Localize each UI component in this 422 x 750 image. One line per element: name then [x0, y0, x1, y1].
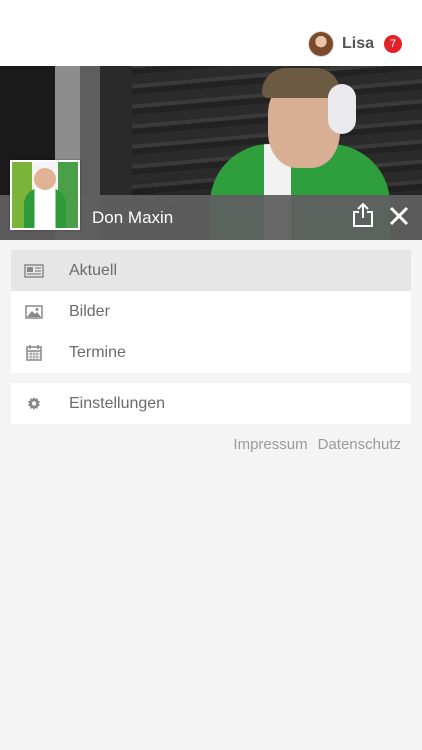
user-name[interactable]: Lisa: [342, 35, 374, 53]
calendar-icon: [24, 344, 44, 361]
menu-item-aktuell[interactable]: Aktuell: [11, 250, 411, 291]
artist-thumbnail[interactable]: [10, 160, 80, 230]
footer-links: Impressum Datenschutz: [233, 436, 401, 453]
menu-item-bilder[interactable]: Bilder: [11, 291, 411, 332]
datenschutz-link[interactable]: Datenschutz: [318, 436, 401, 453]
user-avatar[interactable]: [307, 31, 334, 57]
notification-badge[interactable]: 7: [384, 35, 402, 53]
close-button[interactable]: [386, 203, 412, 231]
image-icon: [24, 304, 44, 320]
settings-menu: Einstellungen: [11, 383, 411, 424]
menu-item-einstellungen[interactable]: Einstellungen: [11, 383, 411, 424]
newspaper-icon: [24, 263, 44, 279]
menu-item-termine[interactable]: Termine: [11, 332, 411, 373]
menu-item-label: Termine: [69, 343, 126, 361]
share-button[interactable]: [350, 201, 376, 229]
main-menu: Aktuell Bilder Termine: [11, 250, 411, 373]
menu-item-label: Einstellungen: [69, 394, 166, 412]
menu-item-label: Aktuell: [69, 261, 118, 279]
menu-item-label: Bilder: [69, 302, 110, 320]
gear-icon: [24, 396, 44, 412]
artist-name: Don Maxin: [92, 208, 174, 227]
top-bar: Lisa 7: [0, 0, 422, 66]
impressum-link[interactable]: Impressum: [233, 436, 307, 453]
share-icon: [353, 202, 373, 227]
user-profile[interactable]: Lisa 7: [307, 30, 402, 58]
close-icon: [389, 206, 409, 226]
